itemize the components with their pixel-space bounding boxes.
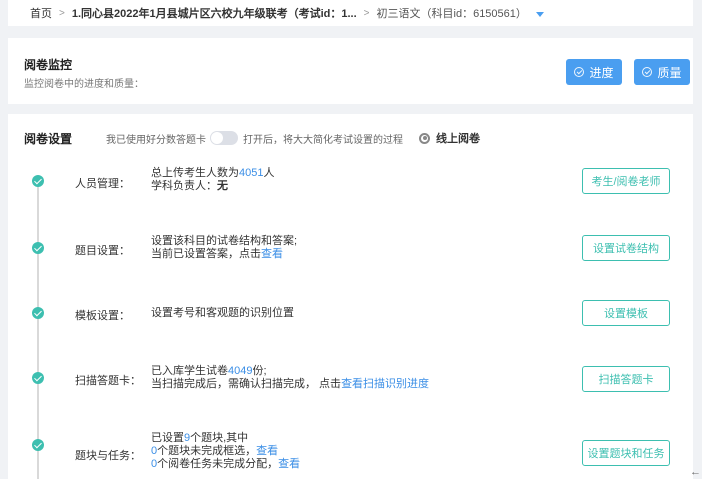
step-desc-questions: 设置该科目的试卷结构和答案; 当前已设置答案，点击查看 <box>151 235 297 261</box>
breadcrumb-home[interactable]: 首页 <box>30 5 52 21</box>
monitor-title: 阅卷监控 <box>24 58 73 72</box>
desc-text: 当前已设置答案，点击 <box>151 248 261 260</box>
set-template-button[interactable]: 设置模板 <box>582 300 670 326</box>
back-arrow-icon[interactable]: ← <box>690 466 701 478</box>
toggle-hint-before: 我已使用好分数答题卡 <box>106 134 206 146</box>
desc-text: 人 <box>263 167 275 179</box>
step-label-questions: 题目设置： <box>75 245 130 257</box>
step-check-icon <box>32 372 44 384</box>
gear-icon[interactable] <box>419 132 430 144</box>
set-paper-structure-button[interactable]: 设置试卷结构 <box>582 235 670 261</box>
desc-text: 个阅卷任务未完成分配， <box>157 458 279 470</box>
view-answers-link[interactable]: 查看 <box>261 248 283 260</box>
monitor-desc: 监控阅卷中的进度和质量： <box>24 79 144 90</box>
step-desc-scan: 已入库学生试卷4049份; 当扫描完成后，需确认扫描完成， 点击查看扫描识别进度 <box>151 365 429 391</box>
view-tasks-link[interactable]: 查看 <box>278 458 300 470</box>
desc-text: 份; <box>252 365 267 377</box>
step-desc-template: 设置考号和客观题的识别位置 <box>151 307 294 319</box>
desc-text: 当扫描完成后，需确认扫描完成， 点击 <box>151 378 342 390</box>
desc-text: 个题块,其中 <box>190 432 249 444</box>
desc-text: 个题块未完成框选， <box>157 445 257 457</box>
online-marking-label[interactable]: 线上阅卷 <box>436 130 480 146</box>
progress-button-label: 进度 <box>589 65 614 80</box>
desc-text: 设置该科目的试卷结构和答案; <box>151 235 298 247</box>
breadcrumb: 首页 > 1.同心县2022年1月县城片区六校九年级联考（考试id：1... >… <box>8 0 693 26</box>
step-label-blocks: 题块与任务： <box>75 450 141 462</box>
breadcrumb-separator: > <box>59 7 65 19</box>
monitor-panel: 阅卷监控 监控阅卷中的进度和质量： 进度 质量 <box>8 38 693 104</box>
progress-icon <box>574 67 585 77</box>
progress-button[interactable]: 进度 <box>566 59 622 85</box>
timeline-line <box>37 184 39 479</box>
settings-header: 阅卷设置 我已使用好分数答题卡 打开后，将大大简化考试设置的过程 线上阅卷 <box>24 130 684 146</box>
breadcrumb-exam[interactable]: 1.同心县2022年1月县城片区六校九年级联考（考试id：1... <box>72 5 357 21</box>
subject-lead: 无 <box>217 180 228 192</box>
settings-panel: 阅卷设置 我已使用好分数答题卡 打开后，将大大简化考试设置的过程 线上阅卷 人员… <box>8 114 693 479</box>
scan-answer-card-button[interactable]: 扫描答题卡 <box>582 366 670 392</box>
scanned-count: 4049 <box>228 365 253 377</box>
desc-text: 已入库学生试卷 <box>151 365 228 377</box>
quality-button[interactable]: 质量 <box>634 59 690 85</box>
subject-dropdown-icon[interactable] <box>535 11 544 17</box>
quality-button-label: 质量 <box>657 65 682 80</box>
breadcrumb-subject[interactable]: 初三语文（科目id：6150561） <box>377 5 527 21</box>
toggle-hint-after: 打开后，将大大简化考试设置的过程 <box>243 134 403 146</box>
settings-title: 阅卷设置 <box>24 131 73 146</box>
step-check-icon <box>32 439 44 451</box>
step-label-personnel: 人员管理： <box>75 178 130 190</box>
students-teachers-button[interactable]: 考生/阅卷老师 <box>582 168 670 194</box>
quality-icon <box>642 67 653 77</box>
view-scan-progress-link[interactable]: 查看扫描识别进度 <box>341 378 429 390</box>
desc-text: 总上传考生人数为 <box>151 167 239 179</box>
breadcrumb-separator: > <box>363 7 370 19</box>
step-desc-personnel: 总上传考生人数为4051人 学科负责人：无 <box>151 167 274 193</box>
step-check-icon <box>32 307 44 319</box>
set-blocks-tasks-button[interactable]: 设置题块和任务 <box>582 440 670 466</box>
desc-text: 学科负责人： <box>151 180 217 192</box>
desc-text: 已设置 <box>151 432 184 444</box>
view-blocks-link[interactable]: 查看 <box>256 445 278 457</box>
answer-card-toggle[interactable] <box>210 131 238 145</box>
step-check-icon <box>32 175 44 187</box>
step-check-icon <box>32 242 44 254</box>
student-count: 4051 <box>239 167 264 179</box>
step-desc-blocks: 已设置9个题块,其中 0个题块未完成框选，查看 0个阅卷任务未完成分配，查看 <box>151 432 300 471</box>
step-label-template: 模板设置： <box>75 310 130 322</box>
step-label-scan: 扫描答题卡： <box>75 375 141 387</box>
